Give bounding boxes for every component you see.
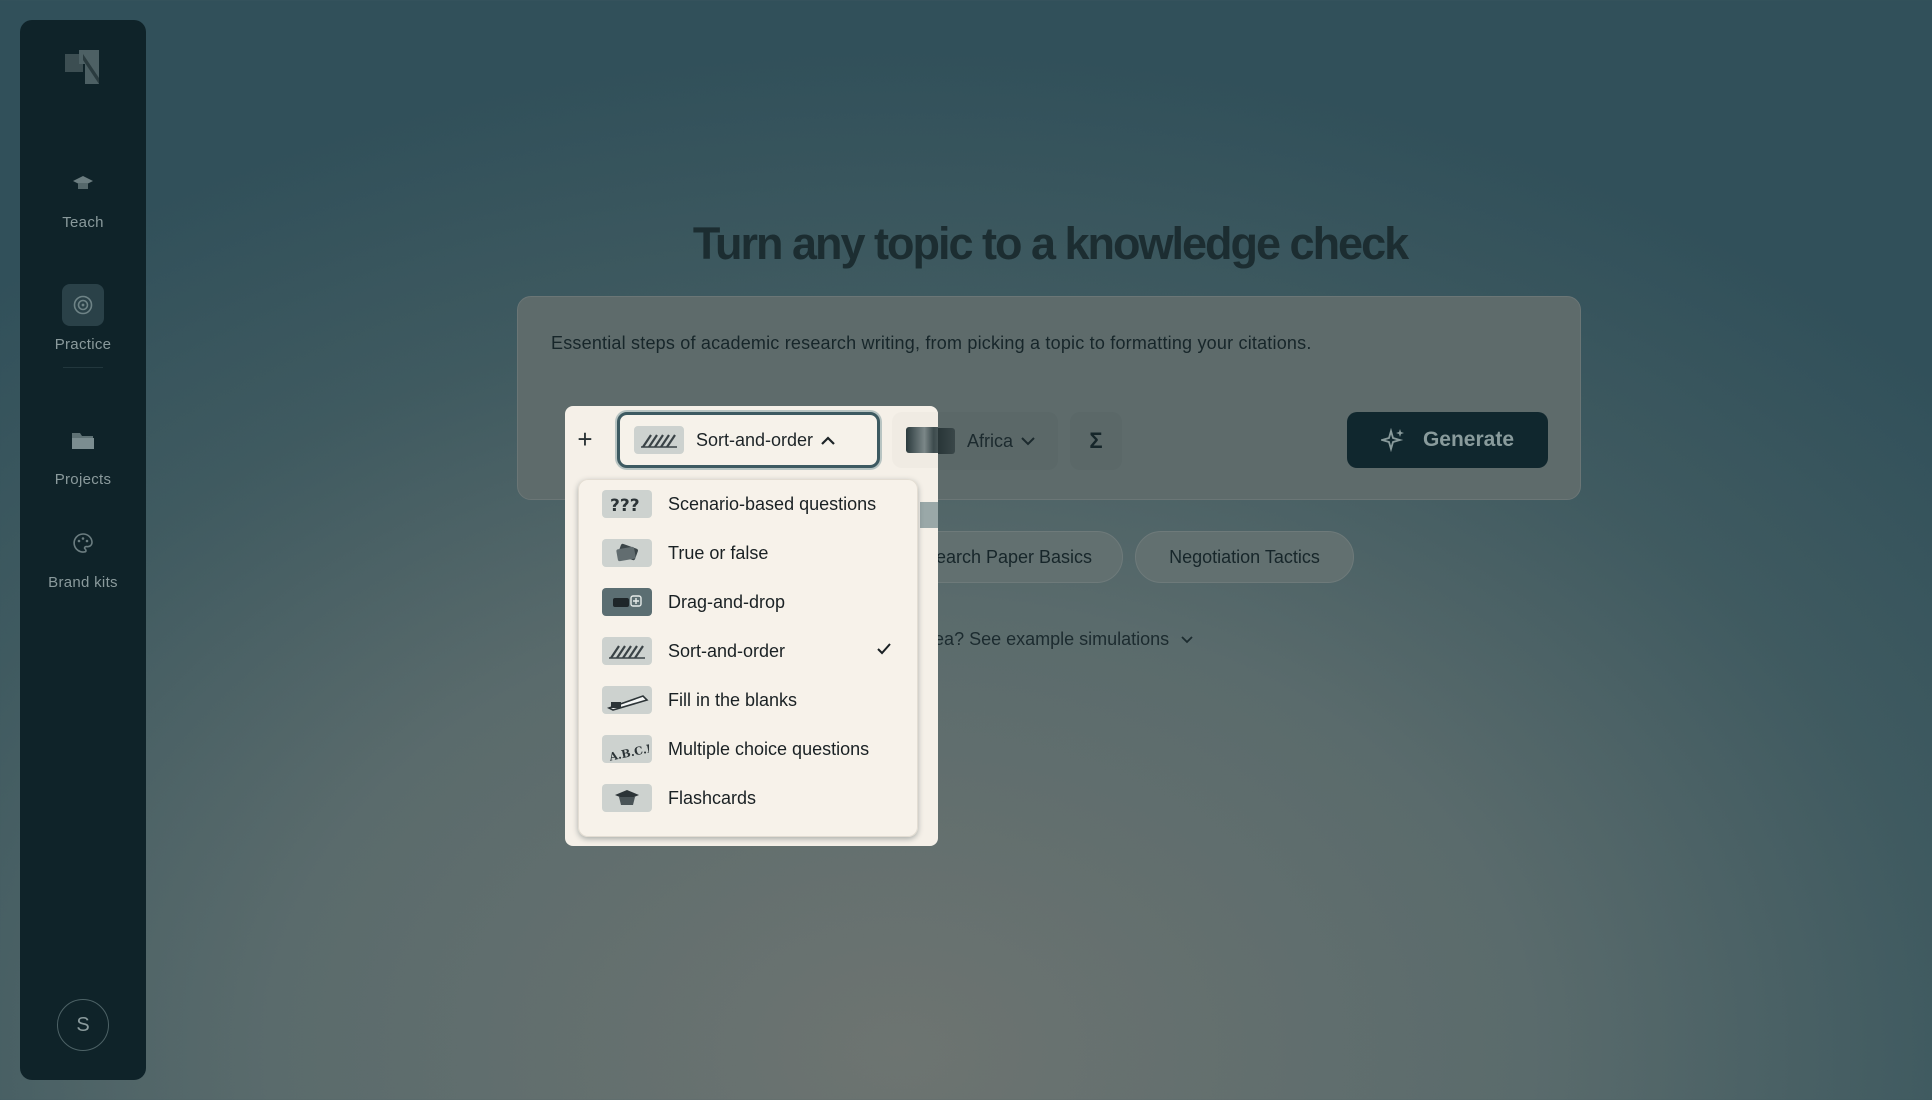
folder-icon [62,419,104,461]
svg-text:A.B.C.D.: A.B.C.D. [607,740,649,761]
menu-item-fill-blanks[interactable]: Fill in the blanks [578,678,918,722]
language-label: Africa [967,430,1014,451]
flashcard-icon [602,784,652,812]
palette-icon [62,522,104,564]
question-marks-icon: ??? [602,490,652,518]
menu-item-drag-drop[interactable]: Drag-and-drop [578,580,918,624]
check-icon [877,643,891,655]
page-title: Turn any topic to a knowledge check [692,218,1409,269]
sort-lines-icon [634,426,684,454]
menu-item-scenario[interactable]: ??? Scenario-based questions [578,482,918,526]
generate-button[interactable]: Generate [1347,412,1548,468]
menu-item-label: Fill in the blanks [668,689,798,710]
sidebar-divider [63,367,103,368]
generate-label: Generate [1422,428,1515,451]
popover-edge [920,502,938,528]
question-type-label: Sort-and-order [696,429,814,450]
target-icon [62,284,104,326]
sidebar-item-brand-kits[interactable]: Brand kits [20,522,146,591]
menu-item-flashcards[interactable]: Flashcards [578,776,918,820]
sort-lines-icon [602,637,652,665]
menu-item-label: Sort-and-order [668,640,786,661]
sidebar-item-label: Practice [54,336,112,353]
svg-text:???: ??? [610,496,640,515]
menu-item-label: Scenario-based questions [668,493,877,514]
menu-item-true-false[interactable]: True or false [578,531,918,575]
mortarboard-icon [62,162,104,204]
suggestion-chip[interactable]: Negotiation Tactics [1135,531,1354,583]
flag-icon [906,427,938,453]
pen-blank-icon [602,686,652,714]
topic-input[interactable]: Essential steps of academic research wri… [551,333,1312,354]
question-type-popover: + Sort-and-order ??? Scenario-based ques… [565,406,938,846]
cards-icon [602,539,652,567]
question-type-select[interactable]: Sort-and-order [617,412,880,468]
sparkle-icon [1380,428,1404,452]
abcd-icon: A.B.C.D. [602,735,652,763]
menu-item-label: True or false [668,542,769,563]
sigma-button[interactable]: Σ [1070,412,1122,470]
menu-item-label: Flashcards [668,787,757,808]
menu-item-multiple-choice[interactable]: A.B.C.D. Multiple choice questions [578,727,918,771]
sidebar: Teach Practice Projects Brand kits S [20,20,146,1080]
sidebar-item-label: Brand kits [48,574,118,591]
add-button[interactable]: + [565,406,605,472]
chevron-down-icon [1181,635,1193,643]
sidebar-item-practice[interactable]: Practice [20,284,146,353]
avatar[interactable]: S [57,999,109,1051]
chevron-down-icon [1021,436,1035,445]
language-select-overlay [892,412,938,468]
menu-item-sort-order[interactable]: Sort-and-order [578,629,918,673]
question-type-menu: ??? Scenario-based questions True or fal… [578,479,918,837]
menu-item-label: Drag-and-drop [668,591,786,612]
sidebar-item-label: Projects [54,471,112,488]
menu-item-label: Multiple choice questions [668,738,870,759]
sidebar-item-projects[interactable]: Projects [20,419,146,488]
chevron-up-icon [821,435,835,445]
drag-drop-icon [602,588,652,616]
app-logo-icon[interactable] [65,50,101,86]
